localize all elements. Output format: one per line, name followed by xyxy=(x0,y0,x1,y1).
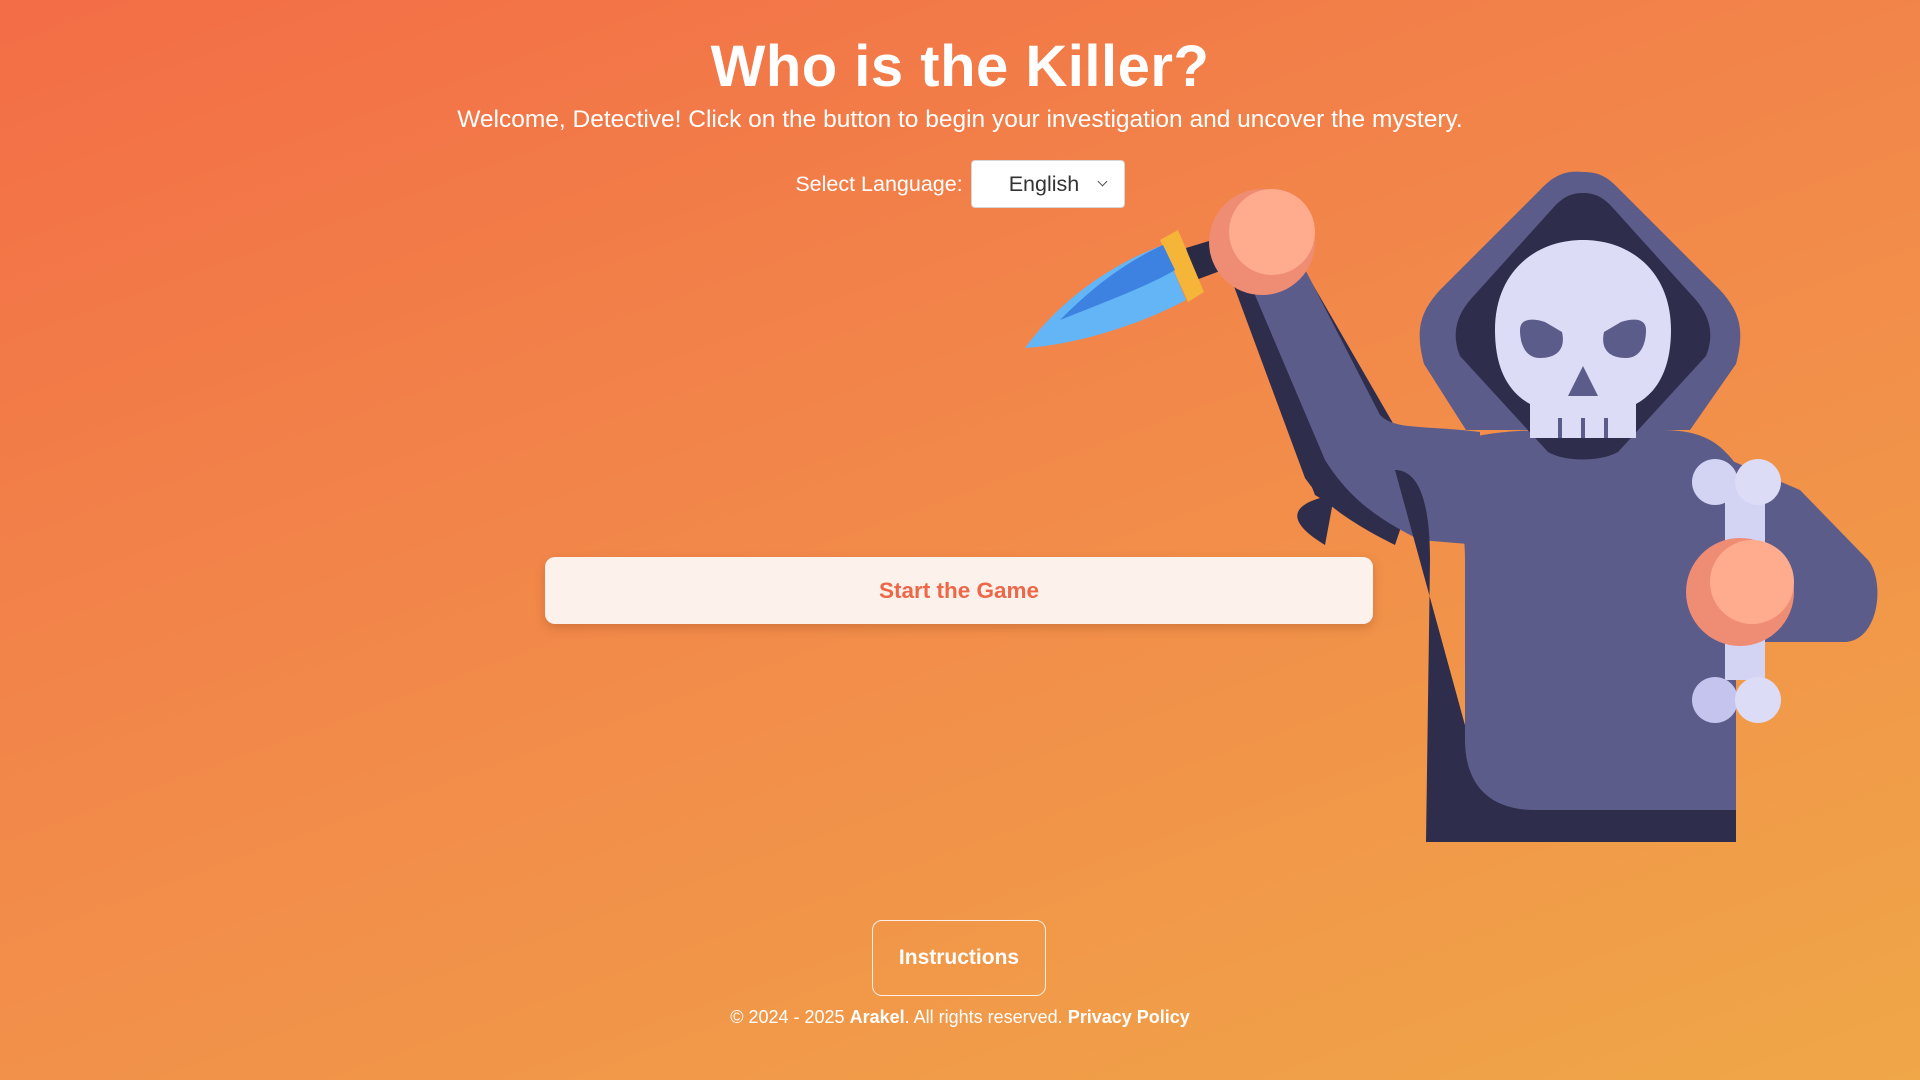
skull-teeth-gap-2 xyxy=(1581,418,1585,438)
chevron-down-icon xyxy=(1097,176,1108,187)
start-game-button[interactable]: Start the Game xyxy=(545,557,1373,624)
language-selector-row: Select Language: English xyxy=(0,160,1920,208)
welcome-subtitle: Welcome, Detective! Click on the button … xyxy=(457,106,1463,133)
knife-guard xyxy=(1160,230,1204,302)
skull-right-eye xyxy=(1603,319,1646,358)
language-selected-value: English xyxy=(1008,171,1080,196)
raised-arm xyxy=(1238,240,1480,545)
hood-inner xyxy=(1455,193,1711,460)
page-title: Who is the Killer? xyxy=(710,34,1210,99)
body-shadow xyxy=(1395,470,1736,842)
bone-shaft xyxy=(1725,480,1765,680)
rights-text: . All rights reserved. xyxy=(904,1007,1063,1027)
holding-fist xyxy=(1686,538,1794,646)
skull-nose xyxy=(1568,366,1598,396)
knife-handle xyxy=(1186,234,1244,280)
bone-bottom-right xyxy=(1735,677,1781,723)
hood xyxy=(1419,171,1741,430)
footer: © 2024 - 2025 Arakel. All rights reserve… xyxy=(0,1007,1920,1028)
skull-teeth-gap-1 xyxy=(1558,418,1562,438)
holding-fist-highlight xyxy=(1710,540,1794,624)
skull xyxy=(1495,240,1671,438)
bone-top-left xyxy=(1692,459,1738,505)
language-select[interactable]: English xyxy=(970,160,1125,208)
knife-blade-edge xyxy=(1060,245,1175,320)
body xyxy=(1435,430,1876,810)
skull-left-eye xyxy=(1520,319,1563,358)
instructions-button[interactable]: Instructions xyxy=(872,920,1046,996)
bone-top-right xyxy=(1735,459,1781,505)
copyright-text: © 2024 - 2025 xyxy=(730,1007,845,1027)
privacy-policy-link[interactable]: Privacy Policy xyxy=(1068,1007,1190,1027)
language-label: Select Language: xyxy=(795,171,963,196)
skull-teeth-gap-3 xyxy=(1604,418,1608,438)
knife-blade xyxy=(1025,245,1186,348)
raised-arm-shadow xyxy=(1225,245,1350,545)
bone-bottom-left xyxy=(1692,677,1738,723)
right-sleeve xyxy=(1730,460,1878,642)
brand-name: Arakel xyxy=(849,1007,905,1027)
raised-arm-shadow-lower xyxy=(1225,245,1420,545)
